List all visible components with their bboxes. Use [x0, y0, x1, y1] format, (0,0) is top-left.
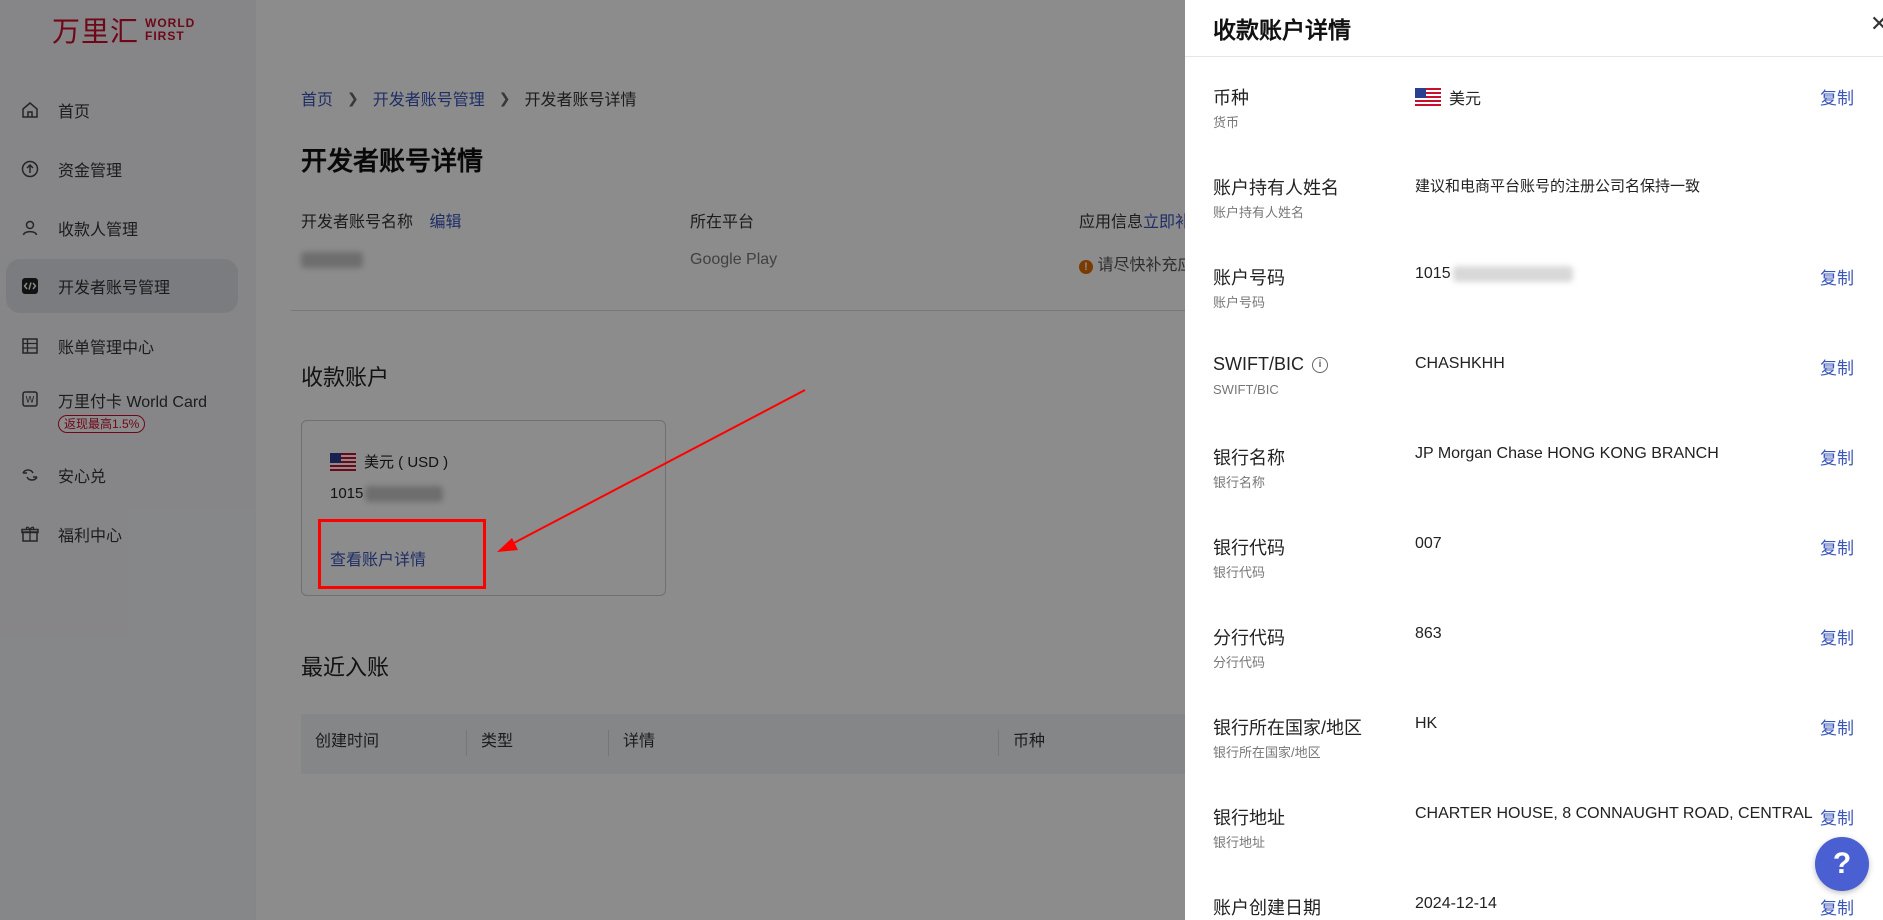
detail-label: SWIFT/BIC i	[1213, 354, 1328, 375]
detail-sublabel: 分行代码	[1213, 655, 1266, 670]
detail-value: 美元	[1415, 85, 1481, 109]
detail-row-currency: 币种 货币 美元 复制	[1185, 84, 1883, 174]
copy-button[interactable]: 复制	[1820, 444, 1854, 469]
detail-sublabel: 银行所在国家/地区	[1213, 745, 1321, 760]
detail-label-text: 银行所在国家/地区	[1213, 718, 1363, 738]
detail-label: 分行代码	[1213, 624, 1285, 650]
redacted-account-number	[1452, 266, 1573, 282]
detail-value: 1015	[1415, 265, 1573, 283]
detail-value: 建议和电商平台账号的注册公司名保持一致	[1415, 178, 1701, 195]
help-button[interactable]: ?	[1815, 837, 1869, 891]
detail-row-bank-name: 银行名称 银行名称 JP Morgan Chase HONG KONG BRAN…	[1185, 444, 1883, 534]
detail-label: 账户号码	[1213, 264, 1285, 290]
drawer-title: 收款账户详情	[1213, 17, 1351, 43]
detail-label-text: 账户创建日期	[1213, 898, 1321, 918]
detail-label: 银行地址	[1213, 804, 1285, 830]
detail-row-account-number: 账户号码 账户号码 1015 复制	[1185, 264, 1883, 354]
detail-label-text: 账户号码	[1213, 268, 1285, 288]
detail-value-text: 1015	[1415, 265, 1451, 282]
copy-button[interactable]: 复制	[1820, 714, 1854, 739]
detail-label: 银行名称	[1213, 444, 1285, 470]
copy-button[interactable]: 复制	[1820, 894, 1854, 919]
info-icon[interactable]: i	[1312, 356, 1328, 373]
detail-label-text: 银行名称	[1213, 448, 1285, 468]
detail-sublabel: SWIFT/BIC	[1213, 382, 1279, 397]
detail-label-text: 分行代码	[1213, 628, 1285, 648]
detail-label-text: 币种	[1213, 88, 1249, 108]
detail-label: 币种	[1213, 84, 1249, 110]
detail-row-swift: SWIFT/BIC i SWIFT/BIC CHASHKHH 复制	[1185, 354, 1883, 444]
detail-sublabel: 银行名称	[1213, 475, 1266, 490]
detail-value: HK	[1415, 715, 1438, 732]
detail-row-bank-address: 银行地址 银行地址 CHARTER HOUSE, 8 CONNAUGHT ROA…	[1185, 804, 1883, 894]
detail-label-text: 银行代码	[1213, 538, 1285, 558]
copy-button[interactable]: 复制	[1820, 804, 1854, 829]
copy-button[interactable]: 复制	[1820, 264, 1854, 289]
detail-row-branch-code: 分行代码 分行代码 863 复制	[1185, 624, 1883, 714]
detail-label-text: 账户持有人姓名	[1213, 178, 1339, 198]
detail-value: 007	[1415, 535, 1442, 552]
copy-button[interactable]: 复制	[1820, 84, 1854, 109]
detail-label: 银行所在国家/地区	[1213, 714, 1362, 740]
detail-row-holder-name: 账户持有人姓名 账户持有人姓名 建议和电商平台账号的注册公司名保持一致	[1185, 174, 1883, 264]
detail-label-text: SWIFT/BIC	[1213, 354, 1304, 374]
account-details-drawer: 收款账户详情 ✕ 币种 货币 美元 复制 账户持有人姓名 账户持有人姓名 建议和…	[1185, 0, 1883, 920]
us-flag-icon	[1415, 88, 1441, 106]
detail-value-text: 美元	[1449, 91, 1482, 108]
detail-row-bank-code: 银行代码 银行代码 007 复制	[1185, 534, 1883, 624]
detail-label: 账户创建日期	[1213, 894, 1321, 920]
detail-sublabel: 账户持有人姓名	[1213, 205, 1305, 220]
detail-label: 账户持有人姓名	[1213, 174, 1339, 200]
detail-sublabel: 货币	[1213, 115, 1240, 130]
copy-button[interactable]: 复制	[1820, 624, 1854, 649]
close-icon[interactable]: ✕	[1870, 10, 1883, 38]
detail-value: CHARTER HOUSE, 8 CONNAUGHT ROAD, CENTRAL	[1415, 805, 1813, 822]
detail-sublabel: 银行代码	[1213, 565, 1266, 580]
detail-sublabel: 银行地址	[1213, 835, 1266, 850]
detail-sublabel: 账户号码	[1213, 295, 1266, 310]
drawer-header: 收款账户详情 ✕	[1185, 0, 1883, 57]
detail-value: CHASHKHH	[1415, 355, 1505, 372]
copy-button[interactable]: 复制	[1820, 354, 1854, 379]
detail-value: 2024-12-14	[1415, 895, 1497, 912]
copy-button[interactable]: 复制	[1820, 534, 1854, 559]
detail-value: JP Morgan Chase HONG KONG BRANCH	[1415, 445, 1719, 462]
detail-label-text: 银行地址	[1213, 808, 1285, 828]
detail-row-created-date: 账户创建日期 2024-12-14 复制	[1185, 894, 1883, 920]
detail-value: 863	[1415, 625, 1442, 642]
detail-label: 银行代码	[1213, 534, 1285, 560]
detail-row-bank-country: 银行所在国家/地区 银行所在国家/地区 HK 复制	[1185, 714, 1883, 804]
